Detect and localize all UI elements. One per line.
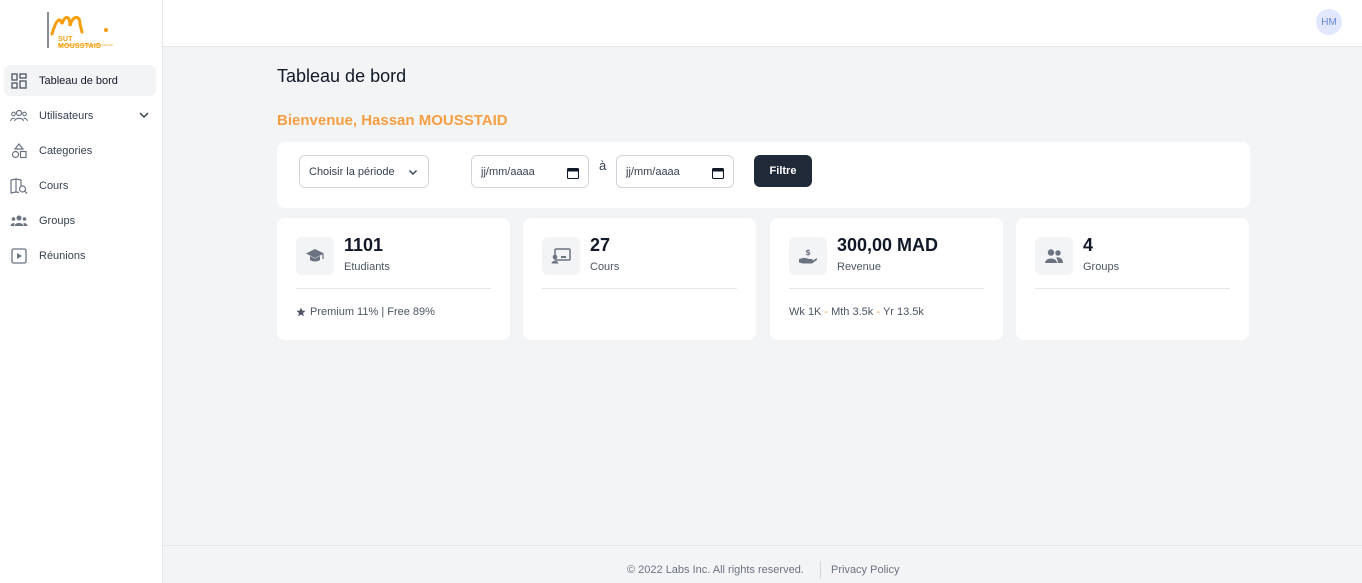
logo-subtext: PROFESSIONAL ENTERPRISE GROUP — [58, 43, 114, 47]
money-hand-icon: $ — [789, 237, 827, 275]
filter-button[interactable]: Filtre — [754, 155, 812, 187]
period-select-value: Choisir la période — [309, 165, 395, 178]
date-to-input[interactable]: jj/mm/aaaa — [616, 155, 734, 188]
avatar[interactable]: HM — [1316, 9, 1342, 35]
book-search-icon — [10, 177, 28, 195]
chevron-down-icon — [409, 170, 417, 175]
stat-card-revenue: $ 300,00 MAD Revenue Wk 1K - Mth 3.5k - … — [770, 218, 1003, 340]
stat-card-etudiants: 1101 Etudiants Premium 11% | Free 89% — [277, 218, 510, 340]
play-square-icon — [10, 247, 28, 265]
copyright-text: © 2022 Labs Inc. All rights reserved. — [627, 564, 804, 576]
stat-label: Etudiants — [344, 261, 390, 273]
period-select[interactable]: Choisir la période — [299, 155, 429, 188]
svg-text:$: $ — [805, 248, 811, 257]
sidebar-item-label: Utilisateurs — [39, 109, 94, 122]
date-to-value: jj/mm/aaaa — [626, 165, 680, 178]
users-icon — [10, 107, 28, 125]
stat-value: 300,00 MAD — [837, 235, 939, 255]
stat-value: 27 — [590, 235, 611, 255]
sidebar: SUT MOUSSTAID PROFESSIONAL ENTERPRISE GR… — [0, 0, 163, 583]
page-footer: © 2022 Labs Inc. All rights reserved. Pr… — [163, 545, 1362, 583]
date-from-value: jj/mm/aaaa — [481, 165, 535, 178]
sidebar-item-label: Cours — [39, 179, 69, 192]
page-title: Tableau de bord — [277, 66, 407, 86]
filter-card: Choisir la période jj/mm/aaaa à jj/mm/aa… — [277, 142, 1250, 208]
stat-footer: Premium 11% | Free 89% — [296, 306, 435, 318]
calendar-icon[interactable] — [712, 167, 724, 179]
stat-label: Groups — [1083, 261, 1120, 273]
sidebar-nav: Tableau de bord Utilisateurs Categories … — [4, 65, 156, 275]
sidebar-item-label: Réunions — [39, 249, 86, 262]
people-icon — [1035, 237, 1073, 275]
divider — [1035, 288, 1230, 289]
date-from-input[interactable]: jj/mm/aaaa — [471, 155, 589, 188]
chevron-down-icon[interactable] — [138, 109, 150, 121]
stat-card-groups: 4 Groups — [1016, 218, 1249, 340]
dashboard-icon — [10, 72, 28, 90]
presentation-icon — [542, 237, 580, 275]
top-bar: HM — [163, 0, 1362, 47]
revenue-month: Mth 3.5k — [831, 306, 874, 318]
date-range-separator: à — [599, 158, 607, 173]
stat-label: Cours — [590, 261, 620, 273]
divider — [542, 288, 737, 289]
stat-footer: Wk 1K - Mth 3.5k - Yr 13.5k — [789, 306, 924, 318]
sidebar-item-categories[interactable]: Categories — [4, 135, 156, 166]
sidebar-item-tableau-de-bord[interactable]: Tableau de bord — [4, 65, 156, 96]
stat-label: Revenue — [837, 261, 882, 273]
divider — [296, 288, 491, 289]
shapes-icon — [10, 142, 28, 160]
graduation-cap-icon — [296, 237, 334, 275]
dot-separator: - — [876, 306, 880, 318]
privacy-policy-link[interactable]: Privacy Policy — [831, 564, 899, 576]
revenue-week: Wk 1K — [789, 306, 822, 318]
dot-separator: - — [824, 306, 829, 318]
sidebar-item-cours[interactable]: Cours — [4, 170, 156, 201]
users-group-icon — [10, 212, 28, 230]
sidebar-item-label: Categories — [39, 144, 93, 157]
stat-value: 4 — [1083, 235, 1094, 255]
sidebar-item-groups[interactable]: Groups — [4, 205, 156, 236]
divider — [820, 561, 821, 578]
stat-card-cours: 27 Cours — [523, 218, 756, 340]
sidebar-item-utilisateurs[interactable]: Utilisateurs — [4, 100, 156, 131]
welcome-message: Bienvenue, Hassan MOUSSTAID — [277, 112, 508, 129]
brand-logo[interactable]: SUT MOUSSTAID PROFESSIONAL ENTERPRISE GR… — [46, 10, 116, 50]
sidebar-item-reunions[interactable]: Réunions — [4, 240, 156, 271]
stat-value: 1101 — [344, 235, 384, 255]
sidebar-item-label: Tableau de bord — [39, 74, 118, 87]
divider — [789, 288, 984, 289]
star-icon — [296, 307, 306, 317]
sidebar-item-label: Groups — [39, 214, 76, 227]
stat-footer-text: Premium 11% | Free 89% — [310, 306, 435, 318]
calendar-icon[interactable] — [567, 167, 579, 179]
revenue-year: Yr 13.5k — [882, 306, 924, 318]
